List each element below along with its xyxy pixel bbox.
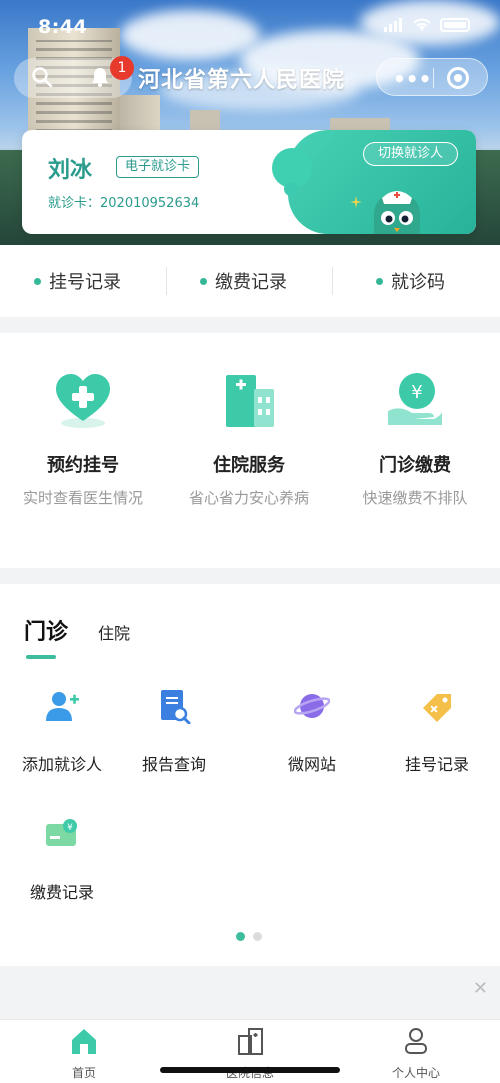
quick-links: 挂号记录 缴费记录 就诊码 <box>0 245 500 317</box>
quick-link-label: 缴费记录 <box>215 272 287 293</box>
yen-hand-icon: ¥ <box>388 373 442 425</box>
tab-inpatient[interactable]: 住院 <box>98 620 130 644</box>
svg-text:¥: ¥ <box>411 382 422 403</box>
quick-link-visit-code[interactable]: 就诊码 <box>376 245 445 317</box>
feature-title: 预约挂号 <box>47 455 119 476</box>
hospital-building-icon <box>226 375 274 427</box>
patient-name: 刘冰 <box>48 158 93 183</box>
feature-title: 住院服务 <box>213 455 285 476</box>
pager-dot-active[interactable] <box>236 932 245 941</box>
heart-plus-icon <box>56 374 110 428</box>
feature-title: 门诊缴费 <box>379 455 451 476</box>
tabbar-hospital-info[interactable]: 医院信息 <box>190 1026 310 1082</box>
close-icon[interactable]: ✕ <box>473 978 488 999</box>
sparkle-icon <box>350 196 362 208</box>
battery-icon <box>440 18 470 32</box>
report-search-icon <box>161 690 191 724</box>
service-report-query[interactable]: 报告查询 <box>114 688 234 778</box>
tab-bar: 首页 医院信息 个人中心 <box>0 1019 500 1083</box>
signal-icon <box>384 18 402 32</box>
nav-bar: 1 河北省第六人民医院 ••• <box>14 56 488 98</box>
page-title: 河北省第六人民医院 <box>138 68 346 93</box>
feature-appointment[interactable]: 预约挂号 实时查看医生情况 <box>0 333 166 568</box>
service-label: 缴费记录 <box>29 883 94 902</box>
wifi-icon <box>413 18 431 31</box>
pager-dot[interactable] <box>253 932 262 941</box>
patient-card[interactable]: 刘冰 电子就诊卡 就诊卡：202010952634 切换就诊人 * <box>22 130 476 234</box>
service-label: 挂号记录 <box>404 755 469 774</box>
service-label: 添加就诊人 <box>21 755 102 774</box>
bullet-icon <box>200 277 207 285</box>
svg-text:¥: ¥ <box>67 823 73 833</box>
feature-cards: 预约挂号 实时查看医生情况 住院服务 省心省力安心养病 ¥ 门诊缴费 快速缴费不… <box>0 333 500 568</box>
banner-area: ✕ <box>0 968 500 1018</box>
more-icon[interactable]: ••• <box>393 67 431 91</box>
search-icon[interactable] <box>30 66 54 90</box>
service-label: 微网站 <box>287 755 336 774</box>
tabbar-label: 个人中心 <box>391 1066 440 1080</box>
tabbar-label: 首页 <box>71 1066 96 1080</box>
tab-outpatient[interactable]: 门诊 <box>24 614 68 646</box>
tabbar-user-center[interactable]: 个人中心 <box>356 1026 476 1082</box>
hospital-info-icon <box>238 1028 263 1055</box>
service-section: 门诊 住院 添加就诊人 报告查询 微网站 挂号记录 ¥ 缴费记录 <box>0 584 500 966</box>
quick-link-register-record[interactable]: 挂号记录 <box>34 245 121 317</box>
home-icon <box>72 1029 96 1054</box>
bell-icon[interactable] <box>88 66 112 90</box>
switch-patient-button[interactable]: 切换就诊人 <box>362 142 458 166</box>
pager-dots <box>236 932 262 941</box>
active-tab-indicator <box>26 655 56 659</box>
status-time: 8:44 <box>38 16 88 38</box>
service-add-patient[interactable]: 添加就诊人 <box>2 688 122 778</box>
payment-card-icon: ¥ <box>46 819 77 846</box>
status-bar: 8:44 <box>38 16 470 40</box>
feature-desc: 实时查看医生情况 <box>22 489 143 507</box>
feature-desc: 省心省力安心养病 <box>188 489 309 507</box>
feature-inpatient[interactable]: 住院服务 省心省力安心养病 <box>166 333 332 568</box>
quick-link-payment-record[interactable]: 缴费记录 <box>200 245 287 317</box>
service-micro-site[interactable]: 微网站 <box>252 688 372 778</box>
quick-link-label: 挂号记录 <box>49 272 121 293</box>
feature-outpatient-payment[interactable]: ¥ 门诊缴费 快速缴费不排队 <box>332 333 498 568</box>
feature-desc: 快速缴费不排队 <box>362 489 468 507</box>
service-label: 报告查询 <box>141 755 206 774</box>
miniprogram-capsule[interactable]: ••• <box>376 58 488 96</box>
bullet-icon <box>34 277 41 285</box>
service-register-record[interactable]: 挂号记录 <box>377 688 497 778</box>
quick-link-label: 就诊码 <box>391 272 445 293</box>
planet-icon <box>294 694 330 718</box>
tag-icon <box>423 694 451 722</box>
mascot-icon: * <box>374 191 420 234</box>
card-type-tag: 电子就诊卡 <box>116 156 200 178</box>
add-user-icon <box>46 692 79 721</box>
service-payment-record[interactable]: ¥ 缴费记录 <box>2 816 122 906</box>
close-target-icon[interactable] <box>447 67 469 89</box>
home-indicator <box>160 1067 340 1073</box>
tabbar-home[interactable]: 首页 <box>24 1026 144 1082</box>
notification-badge: 1 <box>110 56 134 80</box>
card-number: 就诊卡：202010952634 <box>48 196 200 211</box>
bullet-icon <box>376 277 383 285</box>
user-center-icon <box>405 1028 427 1054</box>
